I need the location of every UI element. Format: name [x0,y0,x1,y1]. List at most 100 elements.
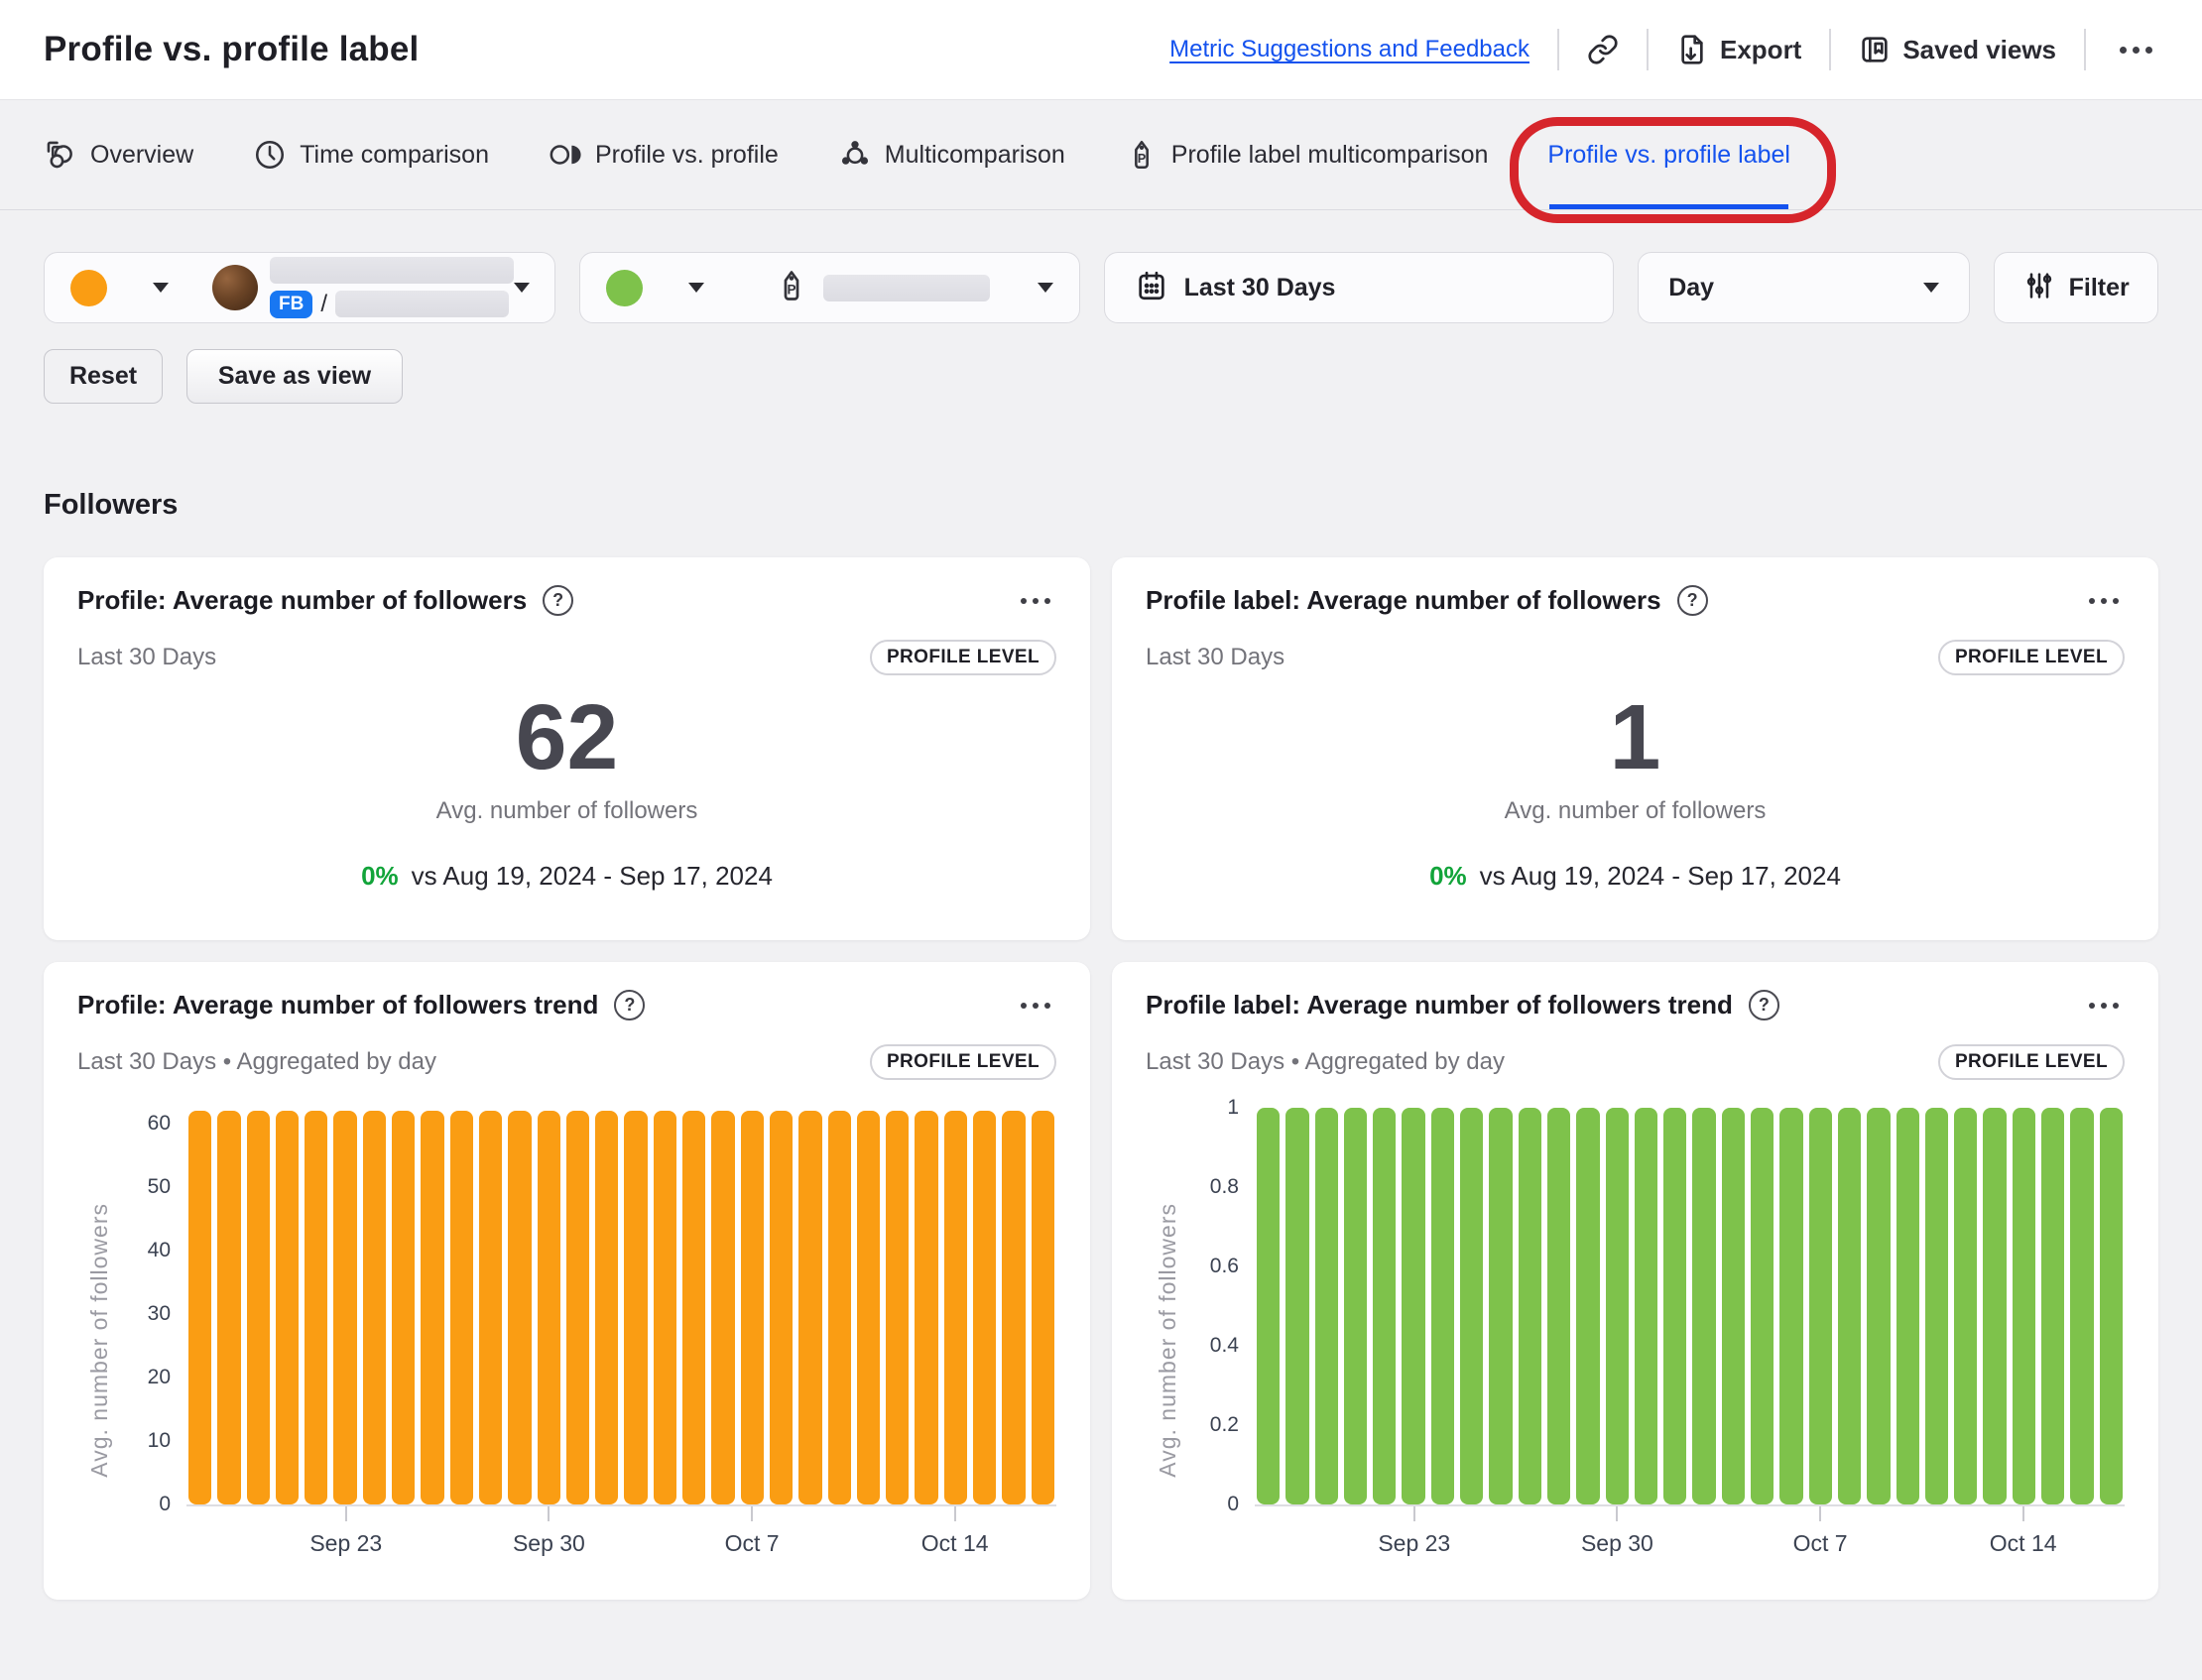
caret-down-icon [688,283,704,293]
saved-views-label: Saved views [1902,35,2056,65]
x-axis-tick-label: Sep 30 [513,1530,585,1557]
separator-slash: / [320,291,327,318]
trend-bar [711,1111,734,1504]
trend-card-label-followers: Profile label: Average number of followe… [1112,962,2158,1600]
card-more-button[interactable] [2083,592,2125,610]
facebook-badge: FB [270,291,312,319]
trend-bar [1285,1108,1308,1504]
trend-bar [1431,1108,1454,1504]
kpi-label: Avg. number of followers [1505,797,1767,825]
chart-plot-area: 0102030405060 [186,1108,1056,1506]
trend-bar [392,1111,415,1504]
save-as-view-button[interactable]: Save as view [186,349,403,404]
trend-bar [595,1111,618,1504]
x-axis: Sep 23Sep 30Oct 7Oct 14 [186,1506,1056,1572]
y-axis-title: Avg. number of followers [1155,1203,1181,1478]
x-axis-tick-label: Oct 7 [1793,1530,1848,1557]
trend-bar [1925,1108,1948,1504]
reset-button[interactable]: Reset [44,349,163,404]
trend-bar [2070,1108,2093,1504]
tab-profile-label-multicomparison[interactable]: P Profile label multicomparison [1125,100,1489,209]
trend-bar [770,1111,793,1504]
trend-bar [828,1111,851,1504]
date-range-value: Last 30 Days [1184,274,1336,302]
granularity-select[interactable]: Day [1638,252,1970,323]
trend-bar [538,1111,560,1504]
y-axis-tick-label: 30 [148,1302,171,1326]
trend-bar [1751,1108,1774,1504]
trend-bar [479,1111,502,1504]
tab-profile-vs-profile[interactable]: Profile vs. profile [549,100,779,209]
tab-profile-vs-profile-label[interactable]: Profile vs. profile label [1547,100,1790,209]
trend-bar [1896,1108,1919,1504]
date-range-picker[interactable]: Last 30 Days [1104,252,1615,323]
metric-cards-grid: Profile: Average number of followers ? L… [0,522,2202,1600]
calendar-icon [1135,269,1168,307]
tag-icon: P [1125,138,1159,172]
tab-label: Profile label multicomparison [1171,141,1489,170]
header-actions: Metric Suggestions and Feedback Export S… [1169,29,2158,70]
trend-bar [1519,1108,1541,1504]
trend-bar [247,1111,270,1504]
profile-color-swatch[interactable] [70,270,107,306]
filter-button[interactable]: Filter [1994,252,2158,323]
x-axis-tick-label: Oct 14 [1990,1530,2057,1557]
trend-bar [1460,1108,1483,1504]
section-title-followers: Followers [44,489,2158,522]
export-button[interactable]: Export [1676,34,1801,65]
delta-percent: 0% [361,861,399,892]
contrast-icon [549,138,582,172]
trend-bar [1838,1108,1861,1504]
trend-bar [188,1111,211,1504]
y-axis-tick-label: 0.4 [1210,1334,1239,1358]
trend-bar [421,1111,443,1504]
tab-label: Profile vs. profile [595,141,779,170]
divider [1829,29,1831,70]
profile-level-badge: PROFILE LEVEL [1938,640,2125,675]
y-axis-title: Avg. number of followers [86,1203,113,1478]
trend-bar [654,1111,676,1504]
profile-selector[interactable]: FB / [44,252,555,323]
help-icon[interactable]: ? [1749,990,1779,1020]
divider [1647,29,1649,70]
caret-down-icon [1923,283,1939,293]
metric-suggestions-link[interactable]: Metric Suggestions and Feedback [1169,36,1529,63]
trend-bar [1032,1111,1054,1504]
card-more-button[interactable] [1015,997,1056,1015]
trend-bar [1867,1108,1890,1504]
trend-bar [798,1111,821,1504]
profile-label-selector[interactable]: P [579,252,1080,323]
saved-views-button[interactable]: Saved views [1859,34,2056,65]
tab-label: Multicomparison [885,141,1065,170]
help-icon[interactable]: ? [614,990,645,1020]
profile-avatar [212,265,258,310]
y-axis-tick-label: 0.6 [1210,1255,1239,1278]
tab-overview[interactable]: Overview [44,100,193,209]
filter-bar: FB / P Last 30 Days Day Filter [0,252,2202,323]
card-more-button[interactable] [2083,997,2125,1015]
help-icon[interactable]: ? [543,585,573,616]
trend-bar [886,1111,909,1504]
chart-plot-area: 00.20.40.60.81 [1255,1108,2125,1506]
profile-level-badge: PROFILE LEVEL [870,640,1056,675]
x-axis-tick-label: Sep 23 [1378,1530,1450,1557]
redacted-text-block [823,275,990,301]
trend-bar [1983,1108,2006,1504]
divider [1557,29,1559,70]
clock-icon [253,138,287,172]
help-icon[interactable]: ? [1677,585,1708,616]
tab-label: Profile vs. profile label [1547,141,1790,170]
x-axis-tick-label: Sep 30 [1581,1530,1653,1557]
card-more-button[interactable] [1015,592,1056,610]
label-color-swatch[interactable] [606,270,643,306]
link-icon [1587,34,1619,65]
tag-icon: P [774,268,809,308]
tab-multicomparison[interactable]: Multicomparison [838,100,1065,209]
more-options-button[interactable] [2114,41,2158,60]
trend-bar [1344,1108,1367,1504]
tab-time-comparison[interactable]: Time comparison [253,100,489,209]
trend-bar [1373,1108,1396,1504]
kpi-value: 1 [1610,691,1661,783]
redacted-text-block [270,257,514,284]
copy-link-button[interactable] [1587,34,1619,65]
